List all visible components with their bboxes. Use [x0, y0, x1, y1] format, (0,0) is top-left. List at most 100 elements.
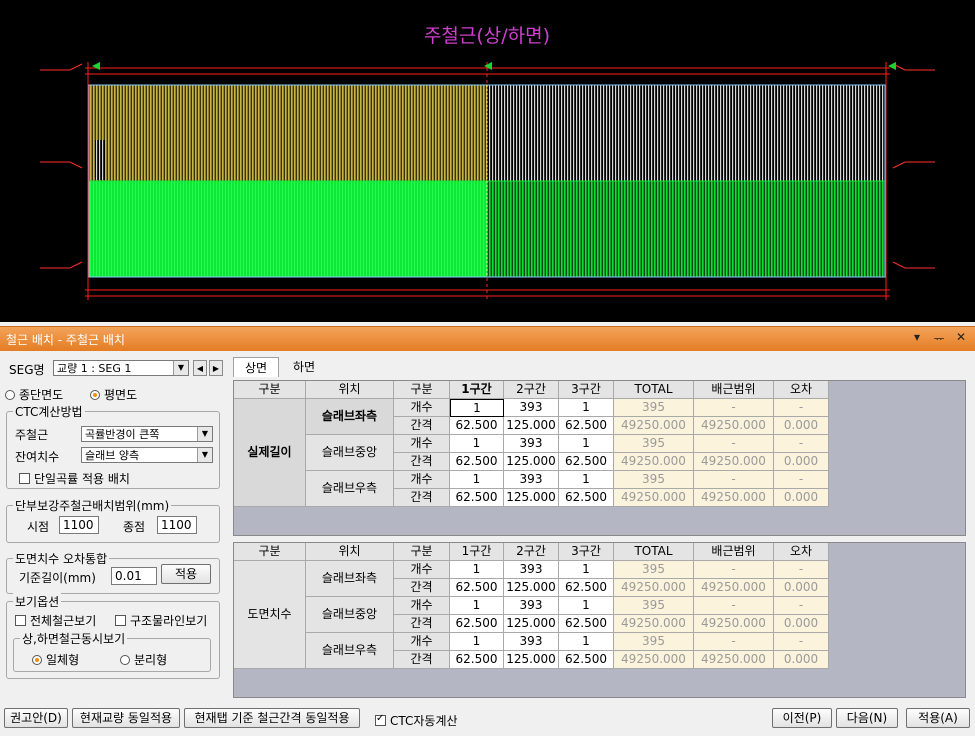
close-icon[interactable]: ✕ [953, 330, 969, 347]
value-cell[interactable]: 125.000 [504, 453, 559, 471]
upper-grid: 구분 위치 구분 1구간 2구간 3구간 TOTAL 배근범위 오차 실제길이 슬래브좌측 개수 1 39… [233, 380, 966, 536]
position-cell: 슬래브중앙 [306, 435, 394, 471]
main-rebar-select[interactable]: 곡률반경이 큰쪽 ▼ [81, 426, 213, 442]
value-cell[interactable]: 1 [559, 435, 614, 453]
value-cell[interactable]: 393 [504, 399, 559, 417]
value-cell[interactable]: 1 [450, 633, 504, 651]
value-cell[interactable]: 1 [559, 471, 614, 489]
remainder-label: 잔여치수 [15, 450, 60, 464]
checkbox-box [115, 615, 126, 626]
value-cell[interactable]: 62.500 [450, 579, 504, 597]
value-cell[interactable]: 393 [504, 561, 559, 579]
dock-icon[interactable]: ᅲ [931, 330, 947, 347]
start-input[interactable]: 1100 [59, 516, 99, 534]
value-cell[interactable]: 1 [450, 561, 504, 579]
column-header: 구분 [234, 543, 306, 561]
apply-button[interactable]: 적용(A) [906, 708, 970, 728]
value-cell[interactable]: 62.500 [450, 615, 504, 633]
chevron-down-icon: ▼ [197, 427, 212, 441]
tolerance-group: 도면치수 오차통합 기준길이(mm) 0.01 적용 [6, 550, 220, 594]
value-cell[interactable]: 62.500 [450, 417, 504, 435]
position-cell: 슬래브좌측 [306, 561, 394, 597]
value-cell[interactable]: 62.500 [559, 417, 614, 435]
total-cell: - [694, 435, 774, 453]
value-cell[interactable]: 62.500 [450, 453, 504, 471]
ctc-method-group: CTC계산방법 주철근 곡률반경이 큰쪽 ▼ 잔여치수 슬래브 양측 ▼ 단일곡… [6, 403, 220, 489]
total-cell: - [774, 399, 829, 417]
value-cell[interactable]: 125.000 [504, 489, 559, 507]
value-cell[interactable]: 1 [559, 399, 614, 417]
prev-button[interactable]: 이전(P) [772, 708, 832, 728]
pin-menu-icon[interactable]: ▾ [909, 330, 925, 347]
total-cell: 0.000 [774, 615, 829, 633]
value-cell[interactable]: 125.000 [504, 579, 559, 597]
total-cell: 395 [614, 399, 694, 417]
total-cell: 49250.000 [614, 615, 694, 633]
remainder-select[interactable]: 슬래브 양측 ▼ [81, 447, 213, 463]
column-header: TOTAL [614, 543, 694, 561]
radio-section-view[interactable]: 종단면도 [5, 386, 63, 403]
value-cell[interactable]: 393 [504, 471, 559, 489]
value-cell[interactable]: 393 [504, 597, 559, 615]
row-type-cell: 간격 [394, 615, 450, 633]
tolerance-apply-button[interactable]: 적용 [161, 564, 211, 584]
base-length-input[interactable]: 0.01 [111, 567, 157, 585]
value-cell[interactable]: 1 [450, 435, 504, 453]
value-cell[interactable]: 1 [559, 633, 614, 651]
row-type-cell: 개수 [394, 471, 450, 489]
value-cell[interactable]: 125.000 [504, 417, 559, 435]
recommend-button[interactable]: 권고안(D) [4, 708, 68, 728]
value-cell[interactable]: 62.500 [559, 489, 614, 507]
radio-label: 분리형 [134, 653, 168, 667]
seg-next-button[interactable]: ▶ [209, 360, 223, 376]
value-cell[interactable]: 393 [504, 633, 559, 651]
next-button[interactable]: 다음(N) [836, 708, 898, 728]
total-cell: - [694, 399, 774, 417]
value-cell[interactable]: 62.500 [450, 489, 504, 507]
value-cell[interactable]: 1 [559, 597, 614, 615]
rebar-panel: SEG명 교량 1 : SEG 1 ▼ ◀ ▶ 종단면도 평면도 CTC계산방법… [0, 351, 975, 736]
value-cell[interactable]: 1 [450, 597, 504, 615]
window-title: 철근 배치 - 주철근 배치 [6, 333, 125, 347]
row-type-cell: 간격 [394, 579, 450, 597]
position-cell: 슬래브중앙 [306, 597, 394, 633]
value-cell[interactable]: 125.000 [504, 615, 559, 633]
radio-plan-view[interactable]: 평면도 [90, 386, 137, 403]
seg-select[interactable]: 교량 1 : SEG 1 ▼ [53, 360, 189, 376]
value-cell[interactable]: 62.500 [559, 453, 614, 471]
value-cell[interactable]: 62.500 [559, 579, 614, 597]
total-cell: - [694, 633, 774, 651]
value-cell[interactable]: 62.500 [559, 615, 614, 633]
value-cell[interactable]: 62.500 [559, 651, 614, 669]
seg-prev-button[interactable]: ◀ [193, 360, 207, 376]
end-range-group: 단부보강주철근배치범위(mm) 시점 1100 종점 1100 [6, 497, 220, 543]
tab-lower[interactable]: 하면 [282, 357, 326, 377]
total-cell: 0.000 [774, 651, 829, 669]
radio-separate[interactable]: 분리형 [120, 651, 167, 668]
cad-drawing-view[interactable]: 주철근(상/하면) [0, 0, 975, 322]
row-type-cell: 개수 [394, 633, 450, 651]
total-cell: 49250.000 [694, 453, 774, 471]
column-header: 오차 [774, 381, 829, 399]
total-cell: 395 [614, 633, 694, 651]
single-curve-checkbox[interactable]: 단일곡률 적용 배치 [19, 470, 130, 487]
end-input[interactable]: 1100 [157, 516, 197, 534]
value-cell[interactable]: 393 [504, 435, 559, 453]
value-cell[interactable]: 62.500 [450, 651, 504, 669]
value-cell[interactable]: 125.000 [504, 651, 559, 669]
value-cell[interactable]: 1 [450, 471, 504, 489]
column-header: 배근범위 [694, 543, 774, 561]
radio-circle [90, 389, 100, 400]
view-all-rebar-checkbox[interactable]: 전체철근보기 [15, 612, 96, 629]
view-struct-line-checkbox[interactable]: 구조물라인보기 [115, 612, 207, 629]
value-cell[interactable]: 1 [450, 399, 504, 417]
total-cell: 49250.000 [614, 651, 694, 669]
ctc-auto-checkbox[interactable]: CTC자동계산 [375, 712, 458, 729]
radio-label: 평면도 [104, 388, 138, 402]
tab-upper[interactable]: 상면 [233, 357, 279, 377]
value-cell[interactable]: 1 [559, 561, 614, 579]
radio-integrated[interactable]: 일체형 [32, 651, 79, 668]
total-cell: 49250.000 [694, 615, 774, 633]
same-tab-apply-button[interactable]: 현재탭 기준 철근간격 동일적용 [184, 708, 360, 728]
same-bridge-apply-button[interactable]: 현재교량 동일적용 [72, 708, 180, 728]
